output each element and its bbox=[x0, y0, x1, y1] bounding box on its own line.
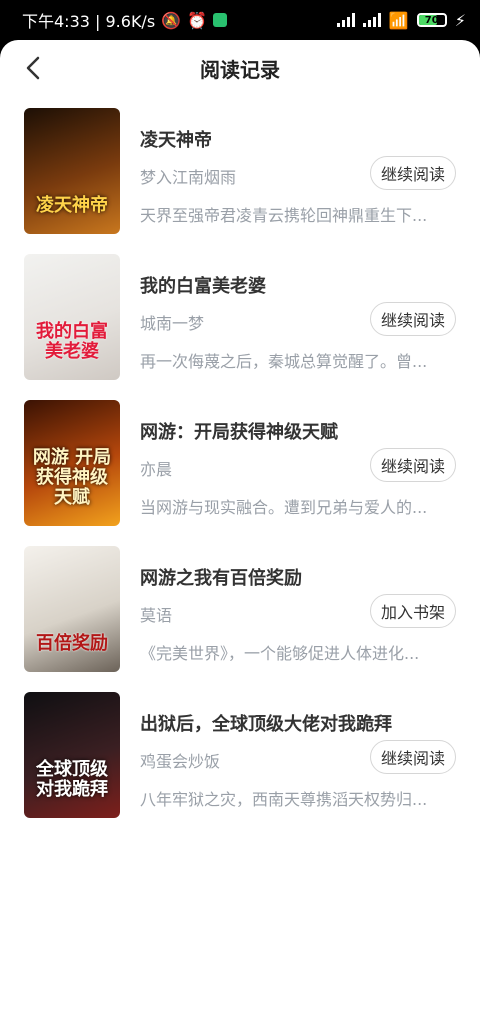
book-title[interactable]: 凌天神帝 bbox=[140, 126, 212, 152]
book-info: 我的白富美老婆 城南一梦 继续阅读 再一次侮蔑之后，秦城总算觉醒了。曾... bbox=[140, 254, 456, 380]
book-author: 亦晨 bbox=[140, 460, 173, 479]
book-title[interactable]: 我的白富美老婆 bbox=[140, 272, 266, 298]
status-time-speed: 下午4:33 | 9.6K/s bbox=[22, 12, 156, 31]
cover-title: 全球顶级 对我跪拜 bbox=[36, 759, 108, 800]
book-cover[interactable]: 网游 开局获得神级天赋 bbox=[24, 400, 120, 526]
battery-icon: 70 bbox=[416, 13, 447, 27]
book-title[interactable]: 出狱后，全球顶级大佬对我跪拜 bbox=[140, 710, 392, 736]
book-list: 凌天神帝 凌天神帝 梦入江南烟雨 继续阅读 天界至强帝君凌青云携轮回神鼎重生下.… bbox=[0, 108, 480, 838]
continue-reading-button[interactable]: 继续阅读 bbox=[369, 740, 456, 774]
book-item[interactable]: 凌天神帝 凌天神帝 梦入江南烟雨 继续阅读 天界至强帝君凌青云携轮回神鼎重生下.… bbox=[0, 108, 480, 254]
book-info: 凌天神帝 梦入江南烟雨 继续阅读 天界至强帝君凌青云携轮回神鼎重生下... bbox=[140, 108, 456, 234]
wifi-icon: 📶 bbox=[388, 10, 409, 30]
book-info: 网游之我有百倍奖励 莫语 加入书架 《完美世界》，一个能够促进人体进化... bbox=[140, 546, 456, 672]
book-description: 《完美世界》，一个能够促进人体进化... bbox=[140, 644, 420, 663]
page-header: 阅读记录 bbox=[0, 40, 480, 96]
book-item[interactable]: 百倍奖励 网游之我有百倍奖励 莫语 加入书架 《完美世界》，一个能够促进人体进化… bbox=[0, 546, 480, 692]
cover-title: 凌天神帝 bbox=[36, 195, 108, 216]
continue-reading-button[interactable]: 继续阅读 bbox=[369, 156, 456, 190]
status-right: 📶 70 ⚡ bbox=[336, 10, 466, 30]
continue-reading-button[interactable]: 继续阅读 bbox=[369, 302, 456, 336]
book-author: 城南一梦 bbox=[140, 314, 205, 333]
book-title[interactable]: 网游：开局获得神级天赋 bbox=[140, 418, 338, 444]
status-bar: 下午4:33 | 9.6K/s 🔕 ⏰ 📶 70 ⚡ bbox=[0, 0, 480, 40]
signal-icon bbox=[336, 13, 355, 27]
back-button[interactable] bbox=[18, 52, 50, 84]
book-item[interactable]: 我的白富美老婆 我的白富美老婆 城南一梦 继续阅读 再一次侮蔑之后，秦城总算觉醒… bbox=[0, 254, 480, 400]
reading-history-panel: 阅读记录 凌天神帝 凌天神帝 梦入江南烟雨 继续阅读 天界至强帝君凌青云携轮回神… bbox=[0, 40, 480, 1027]
book-description: 当网游与现实融合。遭到兄弟与爱人的... bbox=[140, 498, 428, 517]
book-description: 再一次侮蔑之后，秦城总算觉醒了。曾... bbox=[140, 352, 428, 371]
book-author: 梦入江南烟雨 bbox=[140, 168, 237, 187]
book-item[interactable]: 全球顶级 对我跪拜 出狱后，全球顶级大佬对我跪拜 鸡蛋会炒饭 继续阅读 八年牢狱… bbox=[0, 692, 480, 838]
book-title[interactable]: 网游之我有百倍奖励 bbox=[140, 564, 302, 590]
app-notification-icon bbox=[213, 13, 228, 27]
book-author: 莫语 bbox=[140, 606, 173, 625]
status-left: 下午4:33 | 9.6K/s 🔕 ⏰ bbox=[22, 8, 228, 32]
book-item[interactable]: 网游 开局获得神级天赋 网游：开局获得神级天赋 亦晨 继续阅读 当网游与现实融合… bbox=[0, 400, 480, 546]
book-info: 网游：开局获得神级天赋 亦晨 继续阅读 当网游与现实融合。遭到兄弟与爱人的... bbox=[140, 400, 456, 526]
book-description: 天界至强帝君凌青云携轮回神鼎重生下... bbox=[140, 206, 428, 225]
battery-level: 70 bbox=[424, 14, 439, 26]
charging-icon: ⚡ bbox=[454, 10, 466, 30]
add-to-shelf-button[interactable]: 加入书架 bbox=[369, 594, 456, 628]
continue-reading-button[interactable]: 继续阅读 bbox=[369, 448, 456, 482]
chevron-left-icon bbox=[26, 56, 40, 80]
book-cover[interactable]: 凌天神帝 bbox=[24, 108, 120, 234]
book-info: 出狱后，全球顶级大佬对我跪拜 鸡蛋会炒饭 继续阅读 八年牢狱之灾，西南天尊携滔天… bbox=[140, 692, 456, 818]
book-description: 八年牢狱之灾，西南天尊携滔天权势归... bbox=[140, 790, 428, 809]
book-cover[interactable]: 全球顶级 对我跪拜 bbox=[24, 692, 120, 818]
book-cover[interactable]: 我的白富美老婆 bbox=[24, 254, 120, 380]
cover-title: 网游 开局获得神级天赋 bbox=[32, 447, 112, 508]
book-cover[interactable]: 百倍奖励 bbox=[24, 546, 120, 672]
book-author: 鸡蛋会炒饭 bbox=[140, 752, 221, 771]
cover-title: 百倍奖励 bbox=[36, 633, 108, 654]
cover-title: 我的白富美老婆 bbox=[36, 321, 108, 362]
mute-icon: 🔕 bbox=[161, 10, 182, 30]
alarm-icon: ⏰ bbox=[187, 10, 208, 30]
page-title: 阅读记录 bbox=[200, 57, 280, 82]
signal-icon-2 bbox=[362, 13, 381, 27]
